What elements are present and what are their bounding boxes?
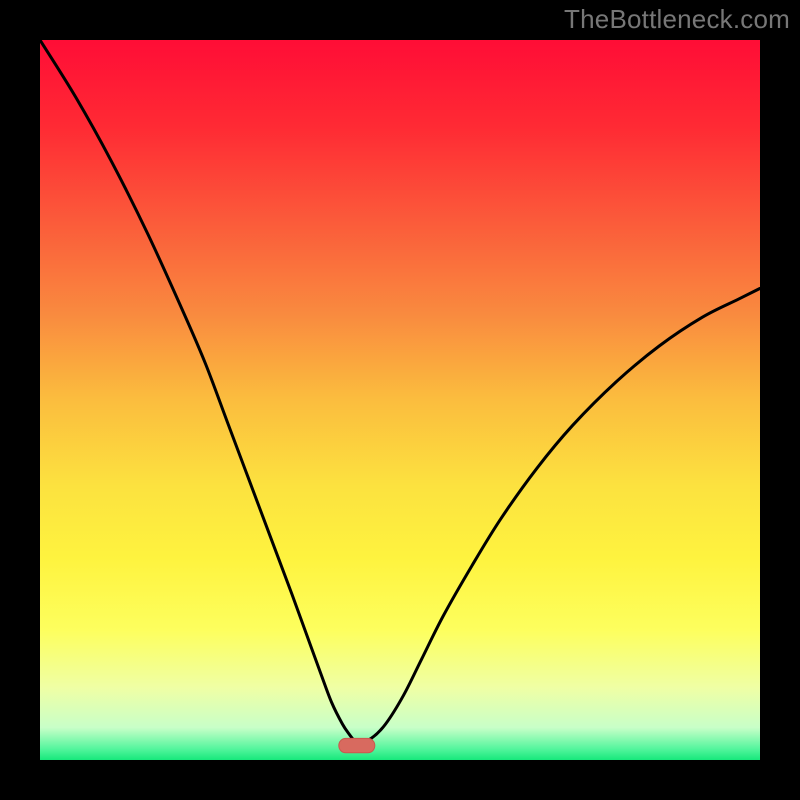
gradient-background [40,40,760,760]
chart-svg [40,40,760,760]
watermark-text: TheBottleneck.com [564,4,790,35]
chart-frame: TheBottleneck.com [0,0,800,800]
plot-area [40,40,760,760]
minimum-marker [339,738,375,752]
